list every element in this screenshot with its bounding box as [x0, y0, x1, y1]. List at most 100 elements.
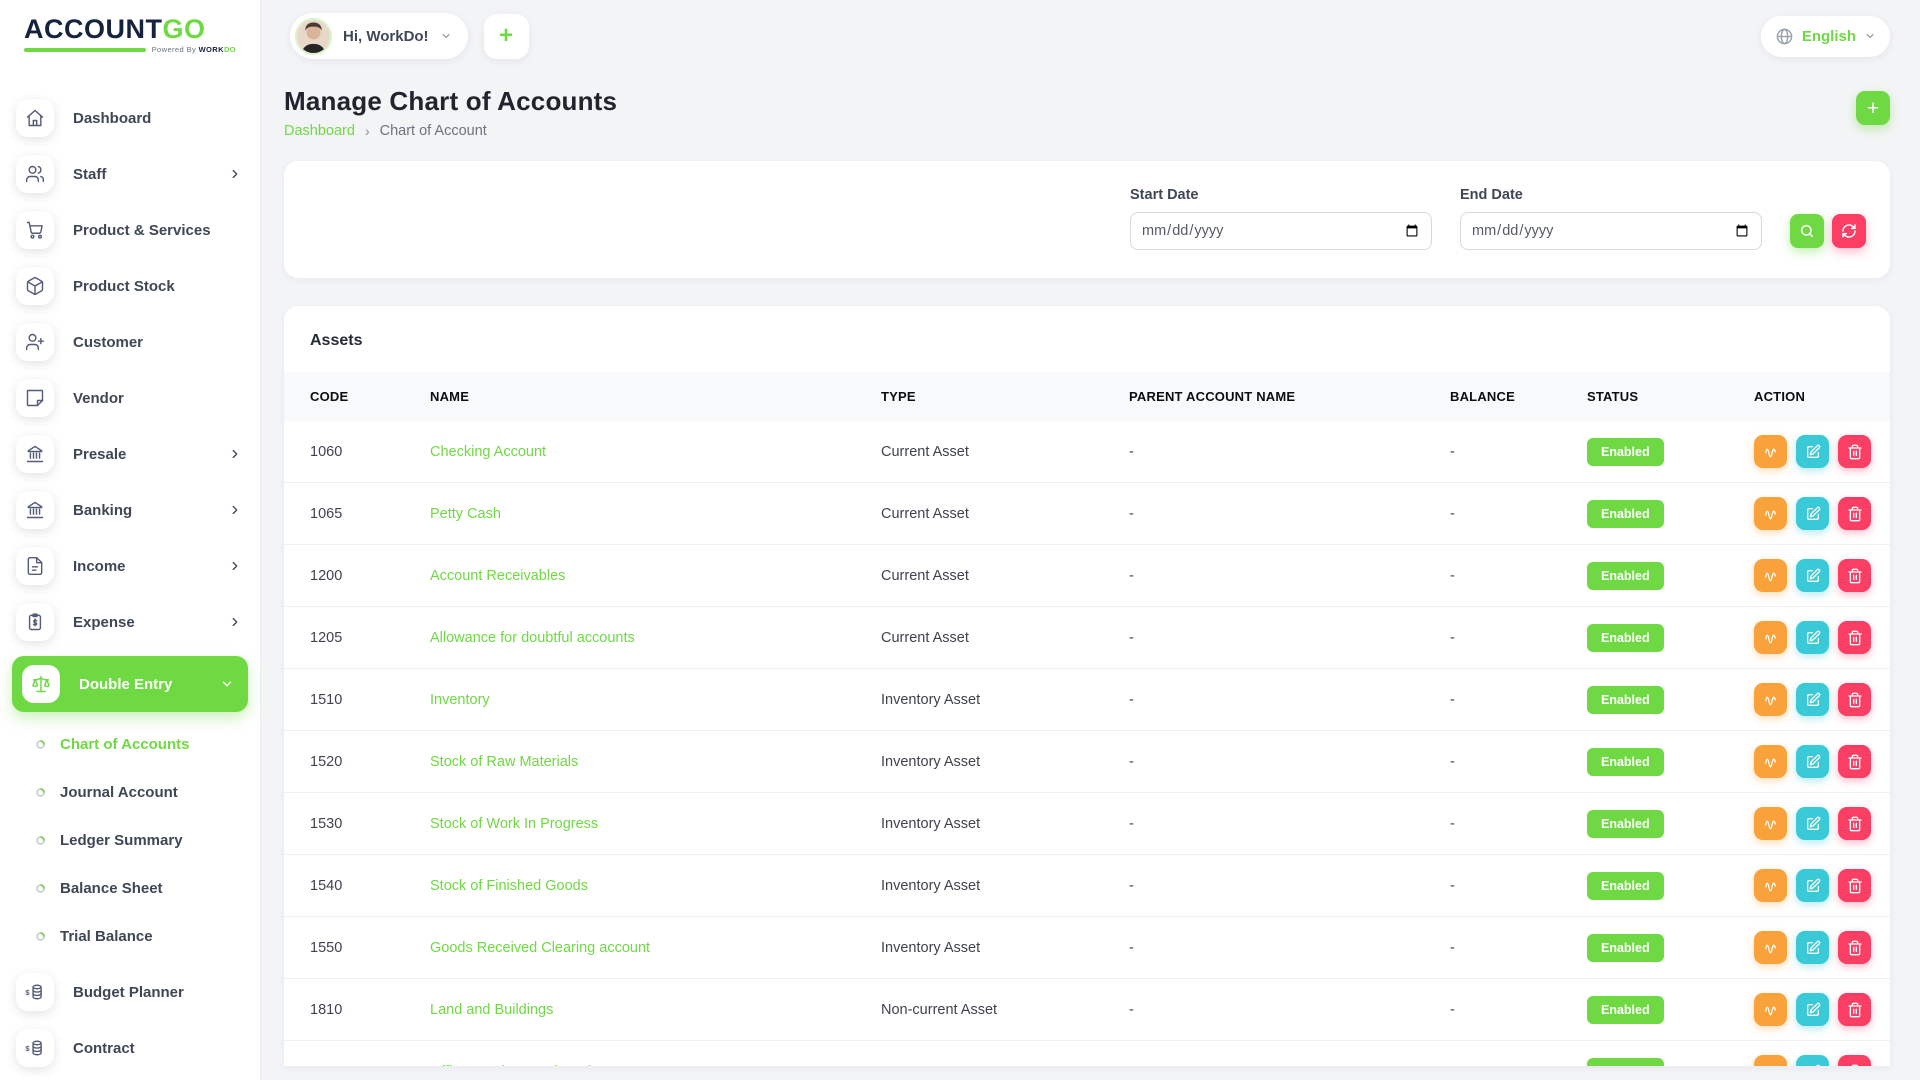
- trash-icon: [1847, 940, 1863, 956]
- account-activity-button[interactable]: [1754, 621, 1787, 654]
- page-title: Manage Chart of Accounts: [284, 86, 617, 117]
- column-header-name: NAME: [418, 372, 869, 421]
- edit-account-button[interactable]: [1796, 1055, 1829, 1066]
- sidebar-item-product-stock[interactable]: Product Stock: [0, 258, 260, 314]
- sidebar-item-income[interactable]: Income: [0, 538, 260, 594]
- delete-account-button[interactable]: [1838, 683, 1871, 716]
- file-icon: [16, 547, 54, 585]
- sidebar-subitem-trial-balance[interactable]: Trial Balance: [0, 912, 260, 960]
- user-menu[interactable]: Hi, WorkDo!: [290, 13, 468, 59]
- account-activity-button[interactable]: [1754, 993, 1787, 1026]
- sidebar-item-budget-planner[interactable]: $Budget Planner: [0, 964, 260, 1020]
- delete-account-button[interactable]: [1838, 993, 1871, 1026]
- account-type: Inventory Asset: [881, 878, 980, 894]
- sidebar-subitem-chart-of-accounts[interactable]: Chart of Accounts: [0, 720, 260, 768]
- breadcrumb-dashboard-link[interactable]: Dashboard: [284, 123, 355, 139]
- account-activity-button[interactable]: [1754, 931, 1787, 964]
- sidebar-item-double-entry[interactable]: Double Entry: [12, 656, 248, 712]
- reset-button[interactable]: [1832, 214, 1866, 248]
- edit-icon: [1805, 816, 1821, 832]
- account-activity-button[interactable]: [1754, 683, 1787, 716]
- sidebar-item-customer[interactable]: Customer: [0, 314, 260, 370]
- sidebar-subitem-journal-account[interactable]: Journal Account: [0, 768, 260, 816]
- account-name-link[interactable]: Office Furniture and Equipement: [430, 1064, 639, 1067]
- note-icon: [16, 379, 54, 417]
- account-name-link[interactable]: Stock of Raw Materials: [430, 754, 578, 770]
- search-button[interactable]: [1790, 214, 1824, 248]
- delete-account-button[interactable]: [1838, 559, 1871, 592]
- edit-icon: [1805, 754, 1821, 770]
- delete-account-button[interactable]: [1838, 1055, 1871, 1066]
- delete-account-button[interactable]: [1838, 807, 1871, 840]
- edit-account-button[interactable]: [1796, 435, 1829, 468]
- account-name-link[interactable]: Account Receivables: [430, 568, 565, 584]
- account-code: 1065: [310, 506, 342, 522]
- row-actions: [1754, 1055, 1878, 1066]
- account-type: Current Asset: [881, 630, 969, 646]
- delete-account-button[interactable]: [1838, 931, 1871, 964]
- account-activity-button[interactable]: [1754, 869, 1787, 902]
- sidebar-item-label: Double Entry: [79, 676, 201, 693]
- edit-account-button[interactable]: [1796, 745, 1829, 778]
- account-name-link[interactable]: Goods Received Clearing account: [430, 940, 650, 956]
- sidebar-item-presale[interactable]: Presale: [0, 426, 260, 482]
- language-selector[interactable]: English: [1761, 16, 1890, 57]
- edit-icon: [1805, 940, 1821, 956]
- activity-icon: [1763, 568, 1779, 584]
- bullet-icon: [34, 930, 47, 943]
- account-name-link[interactable]: Land and Buildings: [430, 1002, 553, 1018]
- column-header-type: TYPE: [869, 372, 1117, 421]
- delete-account-button[interactable]: [1838, 497, 1871, 530]
- sidebar-item-expense[interactable]: Expense: [0, 594, 260, 650]
- column-header-action: ACTION: [1742, 372, 1890, 421]
- sidebar-item-banking[interactable]: Banking: [0, 482, 260, 538]
- trash-icon: [1847, 692, 1863, 708]
- brand-logo[interactable]: ACCOUNTGO Powered By WORKDO: [0, 0, 260, 72]
- edit-account-button[interactable]: [1796, 931, 1829, 964]
- chevron-right-icon: [228, 167, 242, 181]
- account-name-link[interactable]: Allowance for doubtful accounts: [430, 630, 635, 646]
- quick-add-button[interactable]: +: [484, 14, 529, 59]
- trash-icon: [1847, 1064, 1863, 1067]
- sidebar-item-dashboard[interactable]: Dashboard: [0, 90, 260, 146]
- sidebar-item-staff[interactable]: Staff: [0, 146, 260, 202]
- account-name-link[interactable]: Stock of Finished Goods: [430, 878, 588, 894]
- box-icon: [16, 267, 54, 305]
- delete-account-button[interactable]: [1838, 869, 1871, 902]
- edit-account-button[interactable]: [1796, 807, 1829, 840]
- sidebar-subitem-balance-sheet[interactable]: Balance Sheet: [0, 864, 260, 912]
- sidebar-item-vendor[interactable]: Vendor: [0, 370, 260, 426]
- account-name-link[interactable]: Inventory: [430, 692, 490, 708]
- delete-account-button[interactable]: [1838, 435, 1871, 468]
- edit-account-button[interactable]: [1796, 621, 1829, 654]
- sidebar-item-product-services[interactable]: Product & Services: [0, 202, 260, 258]
- account-name-link[interactable]: Checking Account: [430, 444, 546, 460]
- edit-account-button[interactable]: [1796, 559, 1829, 592]
- edit-account-button[interactable]: [1796, 497, 1829, 530]
- account-activity-button[interactable]: [1754, 497, 1787, 530]
- trash-icon: [1847, 1002, 1863, 1018]
- delete-account-button[interactable]: [1838, 745, 1871, 778]
- trash-icon: [1847, 444, 1863, 460]
- account-activity-button[interactable]: [1754, 435, 1787, 468]
- account-code: 1520: [310, 754, 342, 770]
- edit-account-button[interactable]: [1796, 993, 1829, 1026]
- edit-account-button[interactable]: [1796, 869, 1829, 902]
- delete-account-button[interactable]: [1838, 621, 1871, 654]
- edit-account-button[interactable]: [1796, 683, 1829, 716]
- activity-icon: [1763, 1002, 1779, 1018]
- account-name-link[interactable]: Petty Cash: [430, 506, 501, 522]
- chevron-right-icon: [228, 559, 242, 573]
- account-activity-button[interactable]: [1754, 807, 1787, 840]
- end-date-input[interactable]: [1460, 212, 1762, 250]
- sidebar-item-contract[interactable]: $Contract: [0, 1020, 260, 1076]
- account-name-link[interactable]: Stock of Work In Progress: [430, 816, 598, 832]
- account-activity-button[interactable]: [1754, 1055, 1787, 1066]
- account-activity-button[interactable]: [1754, 559, 1787, 592]
- add-account-button[interactable]: +: [1856, 91, 1890, 125]
- account-activity-button[interactable]: [1754, 745, 1787, 778]
- start-date-input[interactable]: [1130, 212, 1432, 250]
- user-greeting: Hi, WorkDo!: [343, 28, 429, 45]
- row-actions: [1754, 497, 1878, 530]
- sidebar-subitem-ledger-summary[interactable]: Ledger Summary: [0, 816, 260, 864]
